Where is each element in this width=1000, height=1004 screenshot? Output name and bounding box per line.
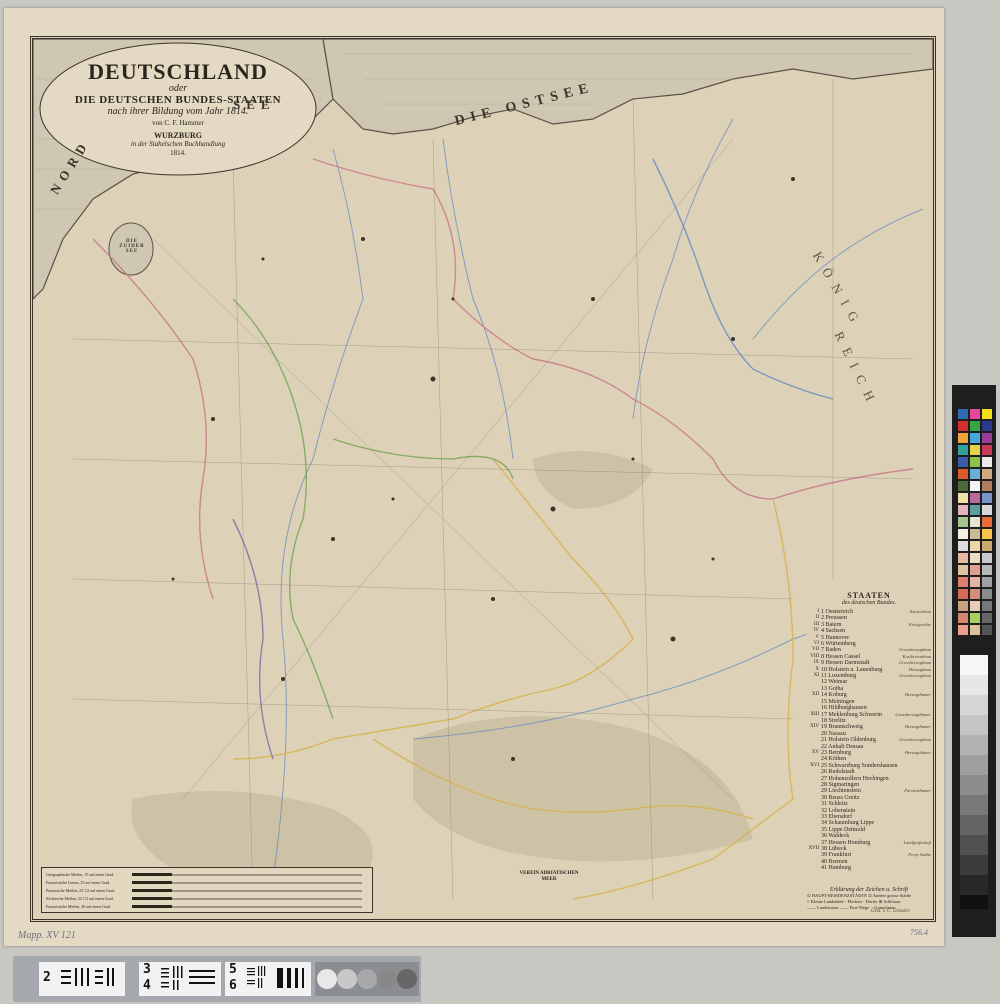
- scale-row: Französische Meilen, 20 auf einen Grad.: [46, 904, 111, 909]
- map-title: DEUTSCHLAND: [88, 59, 268, 84]
- archive-stamp-left: Mapp. XV 121: [18, 930, 76, 941]
- archive-stamp-right: 756.4: [910, 928, 928, 937]
- map-sheet: DEUTSCHLAND oder DIE DEUTSCHEN BUNDES-ST…: [4, 8, 944, 946]
- legend-footer-line: —— Landstrasse —— Post-Wege ·· Gränzlini…: [807, 905, 896, 910]
- legend-title: STAATEN: [847, 591, 891, 600]
- legend-states: STAATEN des deutschen Bundes. I1 Oesterr…: [807, 591, 931, 881]
- sea-label-north-2: SEE: [233, 97, 276, 112]
- scale-box: Geographische Meilen, 15 auf einen Grad.…: [41, 867, 373, 913]
- lake-label: DIE ZUIDER SEE: [119, 239, 145, 254]
- legend-footer: Erklärung der Zeichen u. Schrift ⊙ HAUPT…: [807, 887, 931, 911]
- color-calibration-chart: [952, 385, 996, 937]
- scale-row: Geographische Meilen, 15 auf einen Grad.: [46, 872, 115, 877]
- target-number: 5: [229, 962, 237, 977]
- map-author: von C. F. Hammer: [152, 119, 204, 127]
- target-number: 4: [143, 978, 151, 993]
- target-cell: 5 6: [225, 962, 311, 996]
- scale-row: Französische Lieues, 25 auf einen Grad.: [46, 880, 111, 885]
- scale-bars: [132, 873, 362, 908]
- resolution-target-card: 2 3 4 5 6: [13, 956, 421, 1002]
- map-frame[interactable]: DEUTSCHLAND oder DIE DEUTSCHEN BUNDES-ST…: [30, 36, 936, 922]
- legend-row-name: 41 Hamburg: [821, 865, 852, 872]
- legend-rows: I1 Oesterreich Kaiserthum II 2 Preussen III 3…: [807, 609, 931, 872]
- scale-row: Sächsische Meilen, 23 1/3 auf einen Grad…: [46, 896, 114, 901]
- scale-row: Preussische Meilen, 23 1/2 auf einen Gra…: [46, 888, 115, 893]
- engraver-note: Gest. v. C. Geissler.: [871, 909, 911, 914]
- target-number: 2: [43, 970, 51, 985]
- target-cell: 3 4: [139, 962, 221, 996]
- baltic-sea: [322, 39, 933, 135]
- legend-subtitle: des deutschen Bundes.: [841, 600, 897, 606]
- target-cell: 2: [39, 962, 125, 996]
- map-subtitle-connector: oder: [168, 83, 188, 94]
- legend-row: 41 Hamburg: [807, 865, 931, 871]
- target-gray-cell: [315, 962, 419, 996]
- target-number: 6: [229, 978, 237, 993]
- legend-row-number: [807, 865, 821, 871]
- color-patches: [958, 409, 992, 909]
- verein-label: VEREIN ADRIATISCHEN MEER: [519, 871, 579, 882]
- target-number: 3: [143, 962, 151, 977]
